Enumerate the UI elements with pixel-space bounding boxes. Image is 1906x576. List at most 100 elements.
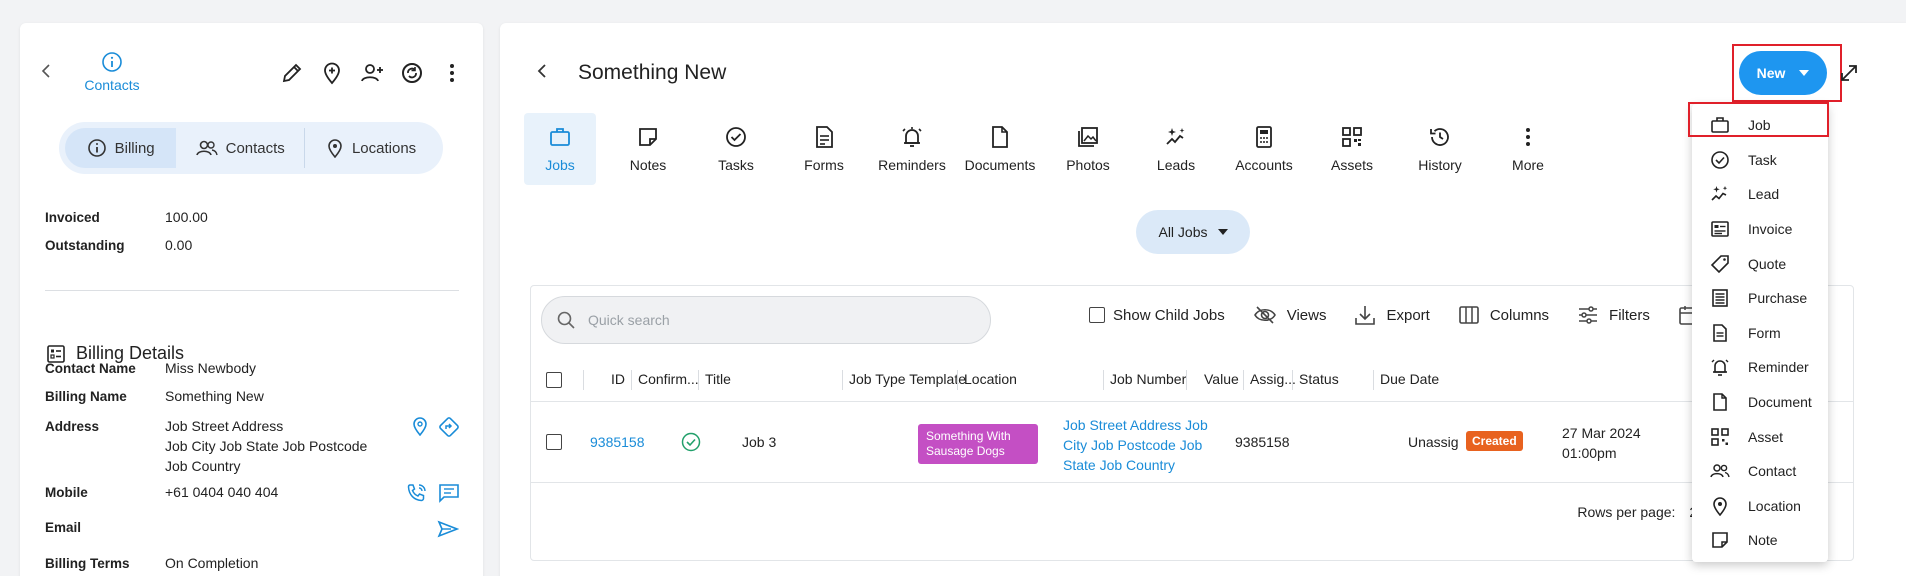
table-row[interactable]: 9385158 Job 3 Something With Sausage Dogs… <box>531 403 1853 483</box>
select-all-checkbox[interactable] <box>546 372 562 388</box>
export-button[interactable]: Export <box>1354 304 1430 326</box>
location-pin-icon <box>326 138 344 158</box>
search-icon <box>556 310 576 330</box>
tab-more[interactable]: More <box>1492 113 1564 185</box>
tab-documents[interactable]: Documents <box>964 113 1036 185</box>
col-id[interactable]: ID <box>611 371 625 387</box>
segment-contacts[interactable]: Contacts <box>176 128 304 168</box>
back-chevron-icon[interactable] <box>40 63 52 79</box>
contact-name-label: Contact Name <box>45 361 136 376</box>
job-type-line-1: Something With <box>926 429 1011 443</box>
edit-pencil-icon[interactable] <box>280 61 304 85</box>
columns-icon <box>1458 305 1480 325</box>
job-type-line-2: Sausage Dogs <box>926 444 1005 458</box>
menu-item-lead[interactable]: Lead <box>1692 177 1828 212</box>
leads-sparkle-icon <box>1164 125 1188 149</box>
segment-contacts-label: Contacts <box>225 139 285 157</box>
note-icon <box>1710 530 1730 550</box>
send-email-icon[interactable] <box>437 520 459 538</box>
menu-item-label: Task <box>1748 151 1777 168</box>
sms-message-icon[interactable] <box>438 483 460 503</box>
menu-item-contact[interactable]: Contact <box>1692 454 1828 489</box>
menu-item-label: Asset <box>1748 428 1784 445</box>
billing-name-row: Billing Name Something New <box>45 388 264 404</box>
col-value[interactable]: Value <box>1204 371 1239 387</box>
menu-item-form[interactable]: Form <box>1692 316 1828 351</box>
menu-item-invoice[interactable]: Invoice <box>1692 212 1828 247</box>
all-jobs-label: All Jobs <box>1158 224 1208 240</box>
segment-locations[interactable]: Locations <box>305 128 437 168</box>
more-vert-icon[interactable] <box>440 61 464 85</box>
all-jobs-filter-dropdown[interactable]: All Jobs <box>1136 210 1250 254</box>
col-assigned[interactable]: Assig... <box>1250 371 1296 387</box>
menu-item-label: Note <box>1748 532 1778 549</box>
show-child-jobs-checkbox[interactable] <box>1089 307 1105 323</box>
job-id-link[interactable]: 9385158 <box>590 434 645 450</box>
tab-forms[interactable]: Forms <box>788 113 860 185</box>
tab-tasks[interactable]: Tasks <box>700 113 772 185</box>
add-person-icon[interactable] <box>360 61 384 85</box>
menu-item-document[interactable]: Document <box>1692 385 1828 420</box>
phone-call-icon[interactable] <box>406 483 428 503</box>
col-job-number[interactable]: Job Number <box>1110 371 1186 387</box>
col-due-date[interactable]: Due Date <box>1380 371 1439 387</box>
menu-item-quote[interactable]: Quote <box>1692 246 1828 281</box>
search-field[interactable]: Quick search <box>541 296 991 344</box>
expand-icon[interactable] <box>1838 62 1860 84</box>
tab-history[interactable]: History <box>1404 113 1476 185</box>
job-number: 9385158 <box>1235 434 1290 450</box>
tab-label: Documents <box>964 157 1036 173</box>
tab-accounts[interactable]: Accounts <box>1228 113 1300 185</box>
tab-notes[interactable]: Notes <box>612 113 684 185</box>
history-clock-icon <box>1428 125 1452 149</box>
export-label: Export <box>1386 306 1430 324</box>
col-confirmed[interactable]: Confirm... <box>638 371 699 387</box>
map-pin-icon[interactable] <box>411 416 429 436</box>
col-status[interactable]: Status <box>1299 371 1339 387</box>
new-button[interactable]: New <box>1739 51 1827 95</box>
menu-item-asset[interactable]: Asset <box>1692 419 1828 454</box>
tab-leads[interactable]: Leads <box>1140 113 1212 185</box>
directions-icon[interactable] <box>438 416 460 438</box>
col-title[interactable]: Title <box>705 371 731 387</box>
col-location[interactable]: Location <box>964 371 1017 387</box>
menu-item-purchase[interactable]: Purchase <box>1692 281 1828 316</box>
filters-button[interactable]: Filters <box>1577 305 1650 325</box>
tab-reminders[interactable]: Reminders <box>876 113 948 185</box>
alarm-bell-icon <box>900 125 924 149</box>
segment-billing[interactable]: Billing <box>65 128 177 168</box>
invoiced-value: 100.00 <box>165 209 208 225</box>
divider <box>45 290 459 291</box>
col-job-type-template[interactable]: Job Type Template <box>849 371 966 387</box>
tab-photos[interactable]: Photos <box>1052 113 1124 185</box>
columns-button[interactable]: Columns <box>1458 305 1549 325</box>
form-icon <box>1710 323 1730 343</box>
menu-item-location[interactable]: Location <box>1692 489 1828 524</box>
tag-icon <box>1710 254 1730 274</box>
views-button[interactable]: Views <box>1253 305 1326 325</box>
calculator-icon <box>1252 125 1276 149</box>
status-badge: Created <box>1466 431 1523 451</box>
menu-item-reminder[interactable]: Reminder <box>1692 350 1828 385</box>
add-location-icon[interactable] <box>320 61 344 85</box>
row-checkbox[interactable] <box>546 434 562 450</box>
tab-jobs[interactable]: Jobs <box>524 113 596 185</box>
photo-icon <box>1076 125 1100 149</box>
qr-code-icon <box>1340 125 1364 149</box>
form-icon <box>812 125 836 149</box>
menu-item-note[interactable]: Note <box>1692 523 1828 558</box>
sync-icon[interactable] <box>400 61 424 85</box>
contacts-nav[interactable]: Contacts <box>72 51 152 93</box>
document-icon <box>1710 392 1730 412</box>
job-location-link[interactable]: Job Street Address Job City Job Postcode … <box>1063 415 1208 475</box>
job-menu-item-highlight <box>1688 102 1829 137</box>
back-chevron-icon[interactable] <box>536 63 548 79</box>
billing-terms-row: Billing Terms On Completion <box>45 555 258 571</box>
show-child-jobs-toggle[interactable]: Show Child Jobs <box>1089 307 1225 324</box>
menu-item-task[interactable]: Task <box>1692 143 1828 178</box>
outstanding-value: 0.00 <box>165 237 193 253</box>
sliders-icon <box>1577 305 1599 325</box>
tab-bar: Jobs Notes Tasks Forms Reminders Documen… <box>524 113 1580 185</box>
contacts-label: Contacts <box>84 77 140 93</box>
tab-assets[interactable]: Assets <box>1316 113 1388 185</box>
